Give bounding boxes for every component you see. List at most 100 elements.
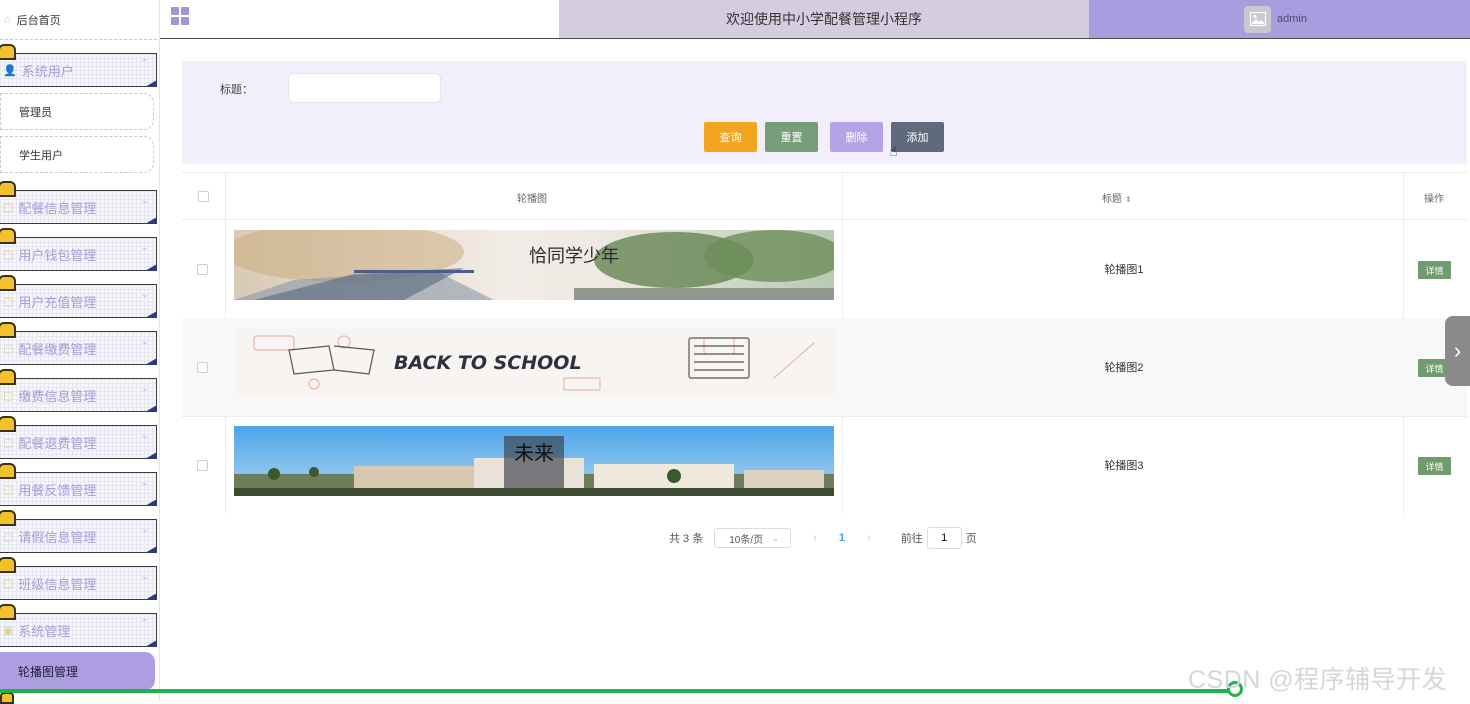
- row-checkbox[interactable]: [197, 264, 208, 275]
- user-icon: 👤: [3, 64, 17, 77]
- sidebar-menu-leave[interactable]: ▢ 请假信息管理 ⌄: [0, 510, 157, 553]
- avatar[interactable]: [1244, 5, 1271, 33]
- document-icon: ▢: [3, 436, 14, 449]
- binder-clip-icon: [0, 463, 16, 479]
- folded-corner-icon: [145, 405, 157, 412]
- binder-clip-icon: [0, 416, 16, 432]
- carousel-table: 轮播图 标题 ⬍ 操作 恰同学少年 轮播图1 详情 BACK TO SCHOOL…: [182, 172, 1467, 514]
- binder-clip-icon: [0, 692, 14, 704]
- sidebar-menu-label: 用户钱包管理: [18, 247, 97, 263]
- page-size-value: 10条/页: [729, 534, 764, 546]
- row-checkbox[interactable]: [197, 362, 208, 373]
- table-row: 未来 轮播图3 详情: [182, 416, 1467, 512]
- sidebar-menu-label: 系统用户: [21, 63, 74, 79]
- binder-clip-icon: [0, 181, 16, 197]
- sidebar-menu-feedback[interactable]: ▢ 用餐反馈管理 ⌄: [0, 463, 157, 506]
- sidebar-menu-label: 班级信息管理: [18, 576, 97, 592]
- sort-icon[interactable]: ⬍: [1125, 195, 1132, 204]
- folded-corner-icon: [145, 311, 157, 318]
- column-header-title[interactable]: 标题 ⬍: [1102, 190, 1132, 205]
- sidebar-menu-label: 缴费信息管理: [18, 388, 97, 404]
- query-button[interactable]: 查询: [704, 122, 757, 152]
- chevron-down-icon: ⌄: [140, 289, 149, 300]
- goto-label: 前往: [900, 533, 923, 545]
- sidebar-item-label: 后台首页: [16, 14, 61, 27]
- sidebar-menu-wallet[interactable]: ▢ 用户钱包管理 ⌄: [0, 228, 157, 271]
- document-icon: ▢: [3, 483, 14, 496]
- page-title: 欢迎使用中小学配餐管理小程序: [559, 0, 1089, 38]
- sidebar-menu-system-users[interactable]: 👤 系统用户 ⌃: [0, 44, 157, 87]
- folded-corner-icon: [145, 217, 157, 224]
- sidebar-menu-label: 用户充值管理: [18, 294, 97, 310]
- sidebar-menu-label: 用餐反馈管理: [18, 482, 97, 498]
- row-checkbox[interactable]: [197, 460, 208, 471]
- row-title: 轮播图3: [1104, 460, 1144, 472]
- binder-clip-icon: [0, 322, 16, 338]
- document-icon: ▢: [3, 530, 14, 543]
- sidebar-menu-label: 配餐信息管理: [18, 200, 97, 216]
- table-row: 恰同学少年 轮播图1 详情: [182, 220, 1467, 319]
- sidebar-menu-label: 配餐缴费管理: [18, 341, 97, 357]
- watermark: CSDN @程序辅导开发: [1188, 666, 1448, 694]
- chevron-down-icon: ⌄: [140, 571, 149, 582]
- sidebar-menu-system[interactable]: ▣ 系统管理 ⌃: [0, 604, 157, 647]
- table-header: 轮播图 标题 ⬍ 操作: [182, 173, 1467, 220]
- carousel-banner-image: BACK TO SCHOOL: [234, 328, 834, 398]
- video-progress-fill: [0, 689, 1235, 693]
- folded-corner-icon: [145, 640, 157, 647]
- row-title: 轮播图1: [1104, 264, 1144, 276]
- banner-headline-text: BACK TO SCHOOL: [394, 352, 582, 374]
- banner-calligraphy-text: 恰同学少年: [529, 246, 619, 267]
- sidebar-item-label: 管理员: [19, 106, 52, 119]
- sidebar-menu-payment-info[interactable]: ▢ 缴费信息管理 ⌄: [0, 369, 157, 412]
- sidebar-item-carousel-active[interactable]: 轮播图管理: [0, 652, 155, 690]
- sidebar-menu-meal-info[interactable]: ▢ 配餐信息管理 ⌄: [0, 181, 157, 224]
- sidebar-menu-class[interactable]: ▢ 班级信息管理 ⌄: [0, 557, 157, 600]
- folded-corner-icon: [145, 546, 157, 553]
- prev-page-icon[interactable]: ‹: [813, 532, 817, 544]
- binder-clip-icon: [0, 510, 16, 526]
- page-number-current[interactable]: 1: [839, 532, 845, 544]
- document-icon: ▢: [3, 577, 14, 590]
- binder-clip-icon: [0, 604, 16, 620]
- detail-button[interactable]: 详情: [1418, 457, 1451, 475]
- chevron-down-icon: ⌄: [140, 430, 149, 441]
- sidebar-item-admin[interactable]: 管理员: [0, 93, 154, 130]
- menu-grid-icon[interactable]: [171, 7, 189, 25]
- delete-button[interactable]: 删除: [830, 122, 883, 152]
- hand-cursor-icon: ☝: [889, 143, 898, 159]
- banner-calligraphy-text: 未来: [514, 441, 554, 465]
- column-header-title-label: 标题: [1102, 194, 1122, 205]
- sidebar-menu-refund[interactable]: ▢ 配餐退费管理 ⌄: [0, 416, 157, 459]
- document-icon: ▢: [3, 201, 14, 214]
- user-menu[interactable]: admin: [1089, 0, 1470, 38]
- carousel-banner-image: 恰同学少年: [234, 230, 834, 300]
- title-search-label: 标题：: [220, 84, 253, 96]
- sidebar: ⌂ 后台首页 👤 系统用户 ⌃ 管理员 学生用户 ▢ 配餐信息管理 ⌄ ▢ 用户…: [0, 0, 160, 704]
- select-all-checkbox[interactable]: [198, 191, 209, 202]
- add-button[interactable]: 添加: [891, 122, 944, 152]
- pagination: 共 3 条 10条/页 ⌄ ‹ 1 › 前往 页: [669, 527, 977, 549]
- total-count: 共 3 条: [669, 533, 704, 545]
- table-row: BACK TO SCHOOL 轮播图2 详情: [182, 318, 1467, 417]
- reset-button[interactable]: 重置: [765, 122, 818, 152]
- document-icon: ▢: [3, 389, 14, 402]
- chevron-down-icon: ⌄: [140, 336, 149, 347]
- sidebar-menu-meal-payment[interactable]: ▢ 配餐缴费管理 ⌄: [0, 322, 157, 365]
- username: admin: [1277, 13, 1307, 25]
- binder-clip-icon: [0, 228, 16, 244]
- sidebar-item-student-users[interactable]: 学生用户: [0, 136, 154, 173]
- title-search-input[interactable]: [288, 73, 441, 103]
- sidebar-menu-recharge[interactable]: ▢ 用户充值管理 ⌄: [0, 275, 157, 318]
- folded-corner-icon: [145, 499, 157, 506]
- chevron-right-icon[interactable]: ›: [1445, 316, 1470, 386]
- sidebar-item-home[interactable]: ⌂ 后台首页: [0, 0, 157, 40]
- detail-button[interactable]: 详情: [1418, 261, 1451, 279]
- settings-icon: ▣: [3, 624, 14, 637]
- chevron-up-icon: ⌃: [140, 618, 149, 629]
- page-size-select[interactable]: 10条/页 ⌄: [714, 528, 792, 548]
- goto-page-input[interactable]: [926, 527, 962, 549]
- next-page-icon[interactable]: ›: [867, 532, 871, 544]
- chevron-down-icon: ⌄: [140, 195, 149, 206]
- document-icon: ▢: [3, 248, 14, 261]
